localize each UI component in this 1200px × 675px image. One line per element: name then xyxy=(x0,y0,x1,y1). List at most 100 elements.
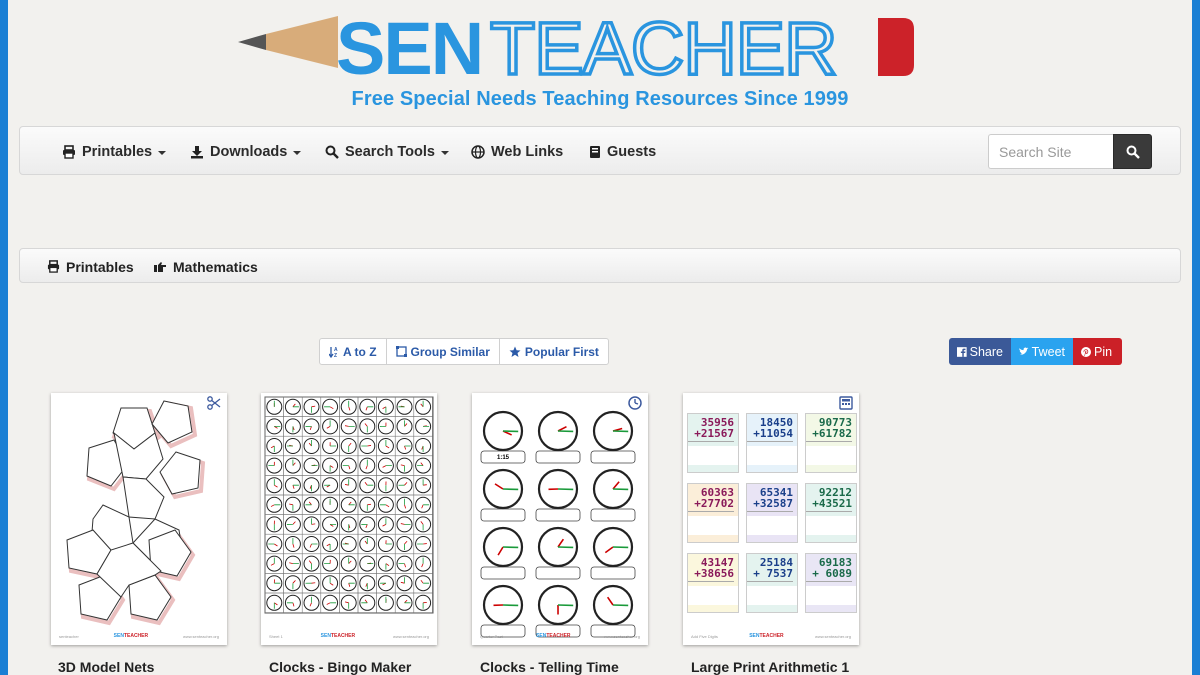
mini-clock-icon xyxy=(322,594,339,611)
nav-search-tools-label: Search Tools xyxy=(345,143,435,160)
mini-clock-icon xyxy=(284,438,301,454)
mini-clock-icon xyxy=(377,536,394,552)
star-icon xyxy=(509,346,521,357)
printer-icon xyxy=(47,260,60,273)
mini-clock-icon xyxy=(340,418,357,435)
mini-clock-icon xyxy=(266,477,283,494)
card-title-3d-model-nets[interactable]: 3D Model Nets xyxy=(58,659,154,675)
answer-box xyxy=(480,508,526,522)
sum-line xyxy=(688,511,734,512)
mini-clock-icon xyxy=(396,555,413,572)
mini-clock-icon xyxy=(415,438,432,454)
search-icon xyxy=(325,145,339,159)
clock-face-icon xyxy=(482,410,524,452)
facebook-share-label: Share xyxy=(969,344,1003,359)
mini-clock-icon xyxy=(359,438,376,454)
mini-clock-icon xyxy=(396,575,413,592)
nav-printables[interactable]: Printables xyxy=(62,127,167,176)
mini-clock-icon xyxy=(303,496,320,513)
arithmetic-problem: 69183 + 6089 xyxy=(805,553,857,613)
nav-search-tools[interactable]: Search Tools xyxy=(325,127,449,176)
chevron-down-icon xyxy=(158,150,167,155)
nav-downloads-label: Downloads xyxy=(210,143,288,160)
resource-card-large-print-arithmetic[interactable]: 35956 +21567 18450 +11054 90773 +61782 60363 +2… xyxy=(683,393,859,645)
nav-guests[interactable]: Guests xyxy=(589,127,656,176)
clock-face-icon xyxy=(592,468,634,510)
search-button[interactable] xyxy=(1113,134,1152,169)
thumbnail-footer: senteacher SENTEACHER www.senteacher.org xyxy=(59,633,219,639)
mini-clock-icon xyxy=(377,496,394,513)
mini-clock-icon xyxy=(303,575,320,592)
popular-first-label: Popular First xyxy=(524,344,599,359)
mini-clock-icon xyxy=(396,398,413,415)
mini-clock-icon xyxy=(377,555,394,572)
addend-bottom: +27702 xyxy=(694,497,734,510)
site-search xyxy=(988,134,1152,169)
mini-clock-icon xyxy=(396,457,413,474)
twitter-icon xyxy=(1019,347,1029,355)
main-navbar: Printables Downloads Search Tools Web Li… xyxy=(19,126,1181,175)
mini-clock-icon xyxy=(266,536,283,552)
mini-clock-icon xyxy=(377,516,394,533)
answer-box xyxy=(590,566,636,580)
mini-clock-icon xyxy=(322,438,339,454)
nav-printables-label: Printables xyxy=(82,143,153,160)
breadcrumb: Printables Mathematics xyxy=(19,248,1181,283)
mini-clock-icon xyxy=(415,496,432,513)
mini-clock-icon xyxy=(377,418,394,435)
mini-clock-icon xyxy=(322,536,339,552)
printer-icon xyxy=(63,144,75,159)
mini-clock-icon xyxy=(396,496,413,513)
card-title-clocks-telling-time[interactable]: Clocks - Telling Time xyxy=(480,659,619,675)
addend-bottom: + 6089 xyxy=(812,567,852,580)
card-title-large-print-arithmetic[interactable]: Large Print Arithmetic 1 xyxy=(691,659,849,675)
mini-clock-icon xyxy=(415,516,432,533)
site-logo[interactable]: SEN TEACHER xyxy=(238,5,918,92)
mini-clock-icon xyxy=(340,457,357,474)
search-input[interactable] xyxy=(988,134,1113,169)
card-title-clocks-bingo-maker[interactable]: Clocks - Bingo Maker xyxy=(269,659,411,675)
resource-card-3d-model-nets[interactable]: senteacher SENTEACHER www.senteacher.org xyxy=(51,393,227,645)
clock-face-icon xyxy=(482,468,524,510)
pencil-logo-graphic: SEN TEACHER xyxy=(238,5,914,92)
logo-text-teacher: TEACHER xyxy=(490,12,837,82)
mini-clock-icon xyxy=(415,477,432,494)
clock-face-icon xyxy=(592,526,634,568)
mini-clock-icon xyxy=(303,555,320,572)
resource-card-clocks-telling-time[interactable]: 1:15 Quarter Past SENTEACHER www.senteache… xyxy=(472,393,648,645)
twitter-tweet-button[interactable]: Tweet xyxy=(1011,338,1073,365)
group-similar-button[interactable]: Group Similar xyxy=(387,339,500,364)
mini-clock-icon xyxy=(322,555,339,572)
mini-clock-icon xyxy=(322,516,339,533)
share-buttons: Share Tweet Pin xyxy=(949,338,1122,365)
nav-downloads[interactable]: Downloads xyxy=(190,127,302,176)
sum-line xyxy=(806,581,852,582)
breadcrumb-printables-label: Printables xyxy=(66,258,134,275)
mini-clock-icon xyxy=(284,496,301,513)
mini-clock-icon xyxy=(396,438,413,454)
breadcrumb-printables[interactable]: Printables xyxy=(47,249,134,284)
mini-clock-icon xyxy=(340,516,357,533)
sort-a-to-z-label: A to Z xyxy=(343,344,377,359)
addend-bottom: +61782 xyxy=(812,427,852,440)
telling-time-clocks-thumbnail: 1:15 xyxy=(480,410,636,638)
nav-web-links[interactable]: Web Links xyxy=(471,127,563,176)
resource-card-clocks-bingo-maker[interactable]: Sheet 1 SENTEACHER www.senteacher.org xyxy=(261,393,437,645)
breadcrumb-mathematics[interactable]: Mathematics xyxy=(153,249,258,284)
hand-pointing-icon xyxy=(154,261,166,272)
sort-a-to-z-button[interactable]: AZ A to Z xyxy=(320,339,387,364)
mini-clock-icon xyxy=(359,516,376,533)
arithmetic-problem: 18450 +11054 xyxy=(746,413,798,473)
mini-clock-icon xyxy=(322,496,339,513)
search-icon xyxy=(1126,145,1140,159)
facebook-share-button[interactable]: Share xyxy=(949,338,1011,365)
mini-clock-icon xyxy=(266,398,283,415)
sum-line xyxy=(747,511,793,512)
mini-clock-icon xyxy=(284,594,301,611)
pinterest-pin-button[interactable]: Pin xyxy=(1073,338,1122,365)
mini-clock-icon xyxy=(377,438,394,454)
popular-first-button[interactable]: Popular First xyxy=(500,339,608,364)
clock-face-icon xyxy=(592,410,634,452)
sum-line xyxy=(747,581,793,582)
mini-clock-icon xyxy=(284,575,301,592)
